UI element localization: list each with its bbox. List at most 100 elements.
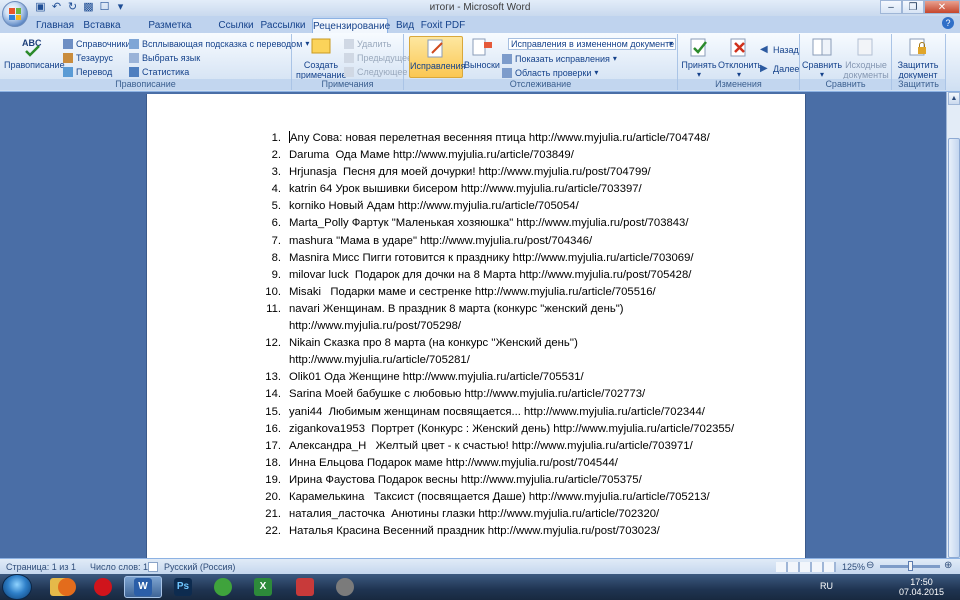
reviewing-pane-button[interactable]: Область проверки ▾ bbox=[502, 67, 598, 79]
translate-button[interactable]: Перевод bbox=[63, 66, 112, 78]
translate-tip-button[interactable]: Всплывающая подсказка с переводом ▾ bbox=[129, 38, 309, 50]
list-item[interactable]: 12. Nikain Сказка про 8 марта (на конкурс… bbox=[257, 335, 777, 369]
status-page[interactable]: Страница: 1 из 1 bbox=[6, 562, 76, 572]
tab-foxit-pdf[interactable]: Foxit PDF bbox=[420, 18, 466, 33]
taskbar-app[interactable] bbox=[286, 576, 324, 598]
list-item[interactable]: 6. Marta_Polly Фартук "Маленькая хозяюшка… bbox=[257, 215, 777, 232]
minimize-button[interactable]: – bbox=[880, 0, 902, 14]
proofing-status-icon[interactable] bbox=[148, 562, 158, 572]
list-item[interactable]: 3. Hrjunasja Песня для моей дочурки! http… bbox=[257, 164, 777, 181]
display-mode-select[interactable]: Исправления в измененном документе bbox=[508, 38, 676, 50]
list-item[interactable]: 18. Инна Ельцова Подарок маме http://www.… bbox=[257, 455, 777, 472]
tab-references[interactable]: Ссылки bbox=[216, 18, 256, 33]
scroll-up-arrow-icon[interactable]: ▲ bbox=[948, 92, 960, 105]
help-icon[interactable]: ? bbox=[942, 17, 954, 29]
document-page[interactable]: 1. Any Сова: новая перелетная весенняя пт… bbox=[146, 94, 806, 558]
zoom-slider-knob[interactable] bbox=[908, 561, 913, 571]
protect-document-button[interactable]: Защитить документ bbox=[894, 36, 942, 80]
list-text: korniko Новый Адам http://www.myjulia.ru… bbox=[289, 200, 579, 213]
list-item[interactable]: 14. Sarina Моей бабушке с любовью http://… bbox=[257, 386, 777, 403]
input-language[interactable]: RU bbox=[820, 581, 833, 591]
list-item[interactable]: 22. Наталья Красина Весенний праздник htt… bbox=[257, 523, 777, 540]
status-language[interactable]: Русский (Россия) bbox=[164, 562, 235, 572]
accept-button[interactable]: Принять ▾ bbox=[680, 36, 718, 80]
list-item[interactable]: 7. mashura "Мама в ударе" http://www.myju… bbox=[257, 233, 777, 250]
list-item[interactable]: 21. наталия_ласточка Анютины глазки http:… bbox=[257, 506, 777, 523]
taskbar-opera[interactable] bbox=[84, 576, 122, 598]
tab-home[interactable]: Главная bbox=[32, 18, 78, 33]
previous-change-button[interactable]: ◀ Назад bbox=[760, 44, 799, 56]
list-item[interactable]: 11. navari Женщинам. В праздник 8 марта (… bbox=[257, 301, 777, 335]
balloons-button[interactable]: Выноски bbox=[464, 36, 500, 70]
list-text: katrin 64 Урок вышивки бисером http://ww… bbox=[289, 183, 642, 196]
vertical-scrollbar[interactable]: ▲ bbox=[946, 92, 960, 558]
maximize-button[interactable]: ❐ bbox=[902, 0, 924, 14]
scrollbar-thumb[interactable] bbox=[948, 138, 960, 558]
previous-comment-button[interactable]: Предыдущее bbox=[344, 52, 412, 64]
start-button[interactable] bbox=[2, 574, 32, 600]
zoom-slider[interactable] bbox=[880, 561, 940, 571]
reject-button[interactable]: Отклонить ▾ bbox=[718, 36, 762, 80]
spelling-icon: ABC bbox=[22, 38, 42, 57]
taskbar-photoshop[interactable]: Ps bbox=[164, 576, 202, 598]
zoom-level[interactable]: 125% bbox=[842, 562, 865, 572]
taskbar-excel[interactable]: X bbox=[244, 576, 282, 598]
track-changes-icon bbox=[427, 39, 443, 58]
tab-mailings[interactable]: Рассылки bbox=[258, 18, 308, 33]
list-item[interactable]: 20. Карамелькина Таксист (посвящается Даш… bbox=[257, 489, 777, 506]
list-item[interactable]: 9. milovar luck Подарок для дочки на 8 Ма… bbox=[257, 267, 777, 284]
list-item[interactable]: 19. Ирина Фаустова Подарок весны http://w… bbox=[257, 472, 777, 489]
balloons-label: Выноски bbox=[464, 60, 500, 70]
list-number: 5. bbox=[271, 200, 281, 213]
list-item[interactable]: 13. Olik01 Ода Женщине http://www.myjulia… bbox=[257, 369, 777, 386]
accept-icon bbox=[690, 38, 707, 57]
taskbar-icq[interactable] bbox=[204, 576, 242, 598]
list-item[interactable]: 10. Misaki Подарки маме и сестренке http:… bbox=[257, 284, 777, 301]
show-markup-button[interactable]: Показать исправления ▾ bbox=[502, 53, 617, 65]
word-count-button[interactable]: Статистика bbox=[129, 66, 189, 78]
list-item[interactable]: 2. Daruma Ода Маме http://www.myjulia.ru/… bbox=[257, 147, 777, 164]
next-comment-button[interactable]: Следующее bbox=[344, 66, 407, 78]
list-item[interactable]: 16. zigankova1953 Портрет (Конкурс : Женс… bbox=[257, 421, 777, 438]
list-number: 22. bbox=[265, 525, 281, 538]
group-label-changes: Изменения bbox=[678, 79, 799, 90]
zoom-in-icon[interactable]: ⊕ bbox=[944, 560, 952, 571]
source-documents-button[interactable]: Исходные документы bbox=[842, 36, 890, 80]
tab-review[interactable]: Рецензирование bbox=[312, 18, 390, 33]
zoom-out-icon[interactable]: ⊖ bbox=[866, 560, 874, 571]
set-language-button[interactable]: Выбрать язык bbox=[129, 52, 200, 64]
list-item[interactable]: 15. yani44 Любимым женщинам посвящается..… bbox=[257, 404, 777, 421]
list-number: 1. bbox=[271, 132, 281, 144]
taskbar-settings[interactable] bbox=[326, 576, 364, 598]
tab-view[interactable]: Вид bbox=[392, 18, 418, 33]
accept-label: Принять bbox=[681, 60, 717, 70]
translate-icon bbox=[63, 67, 73, 77]
taskbar-word[interactable]: W bbox=[124, 576, 162, 598]
compare-button[interactable]: Сравнить ▾ bbox=[802, 36, 842, 80]
next-change-button[interactable]: ▶ Далее bbox=[760, 63, 799, 75]
taskbar-firefox[interactable] bbox=[48, 576, 86, 598]
tab-page-layout[interactable]: Разметка страницы bbox=[126, 18, 214, 46]
list-item[interactable]: 8. Masnira Мисс Пигги готовится к праздни… bbox=[257, 250, 777, 267]
close-button[interactable]: ✕ bbox=[924, 0, 960, 14]
track-changes-button[interactable]: Исправления bbox=[409, 36, 466, 78]
clock[interactable]: 17:50 07.04.2015 bbox=[899, 577, 944, 597]
spelling-button[interactable]: ABC Правописание bbox=[4, 36, 65, 70]
office-button[interactable] bbox=[2, 1, 28, 27]
list-item[interactable]: 5. korniko Новый Адам http://www.myjulia.… bbox=[257, 198, 777, 215]
list-item[interactable]: 1. Any Сова: новая перелетная весенняя пт… bbox=[257, 130, 777, 147]
list-number: 7. bbox=[271, 234, 281, 247]
group-changes: Принять ▾ Отклонить ▾ ◀ Назад ▶ Далее Из… bbox=[678, 34, 800, 90]
list-item[interactable]: 17. Александра_Н Желтый цвет - к счастью!… bbox=[257, 438, 777, 455]
document-area[interactable]: 1. Any Сова: новая перелетная весенняя пт… bbox=[0, 92, 946, 558]
thesaurus-button[interactable]: Тезаурус bbox=[63, 52, 113, 64]
delete-comment-button[interactable]: Удалить bbox=[344, 38, 391, 50]
window-title: итоги - Microsoft Word bbox=[429, 2, 531, 13]
new-comment-button[interactable]: Создать примечание bbox=[296, 36, 347, 80]
list-item[interactable]: 4. katrin 64 Урок вышивки бисером http://… bbox=[257, 181, 777, 198]
view-buttons[interactable] bbox=[776, 562, 836, 572]
tab-insert[interactable]: Вставка bbox=[80, 18, 124, 33]
list-number: 20. bbox=[265, 490, 281, 503]
list-number: 21. bbox=[265, 508, 281, 521]
references-button[interactable]: Справочники bbox=[63, 38, 131, 50]
